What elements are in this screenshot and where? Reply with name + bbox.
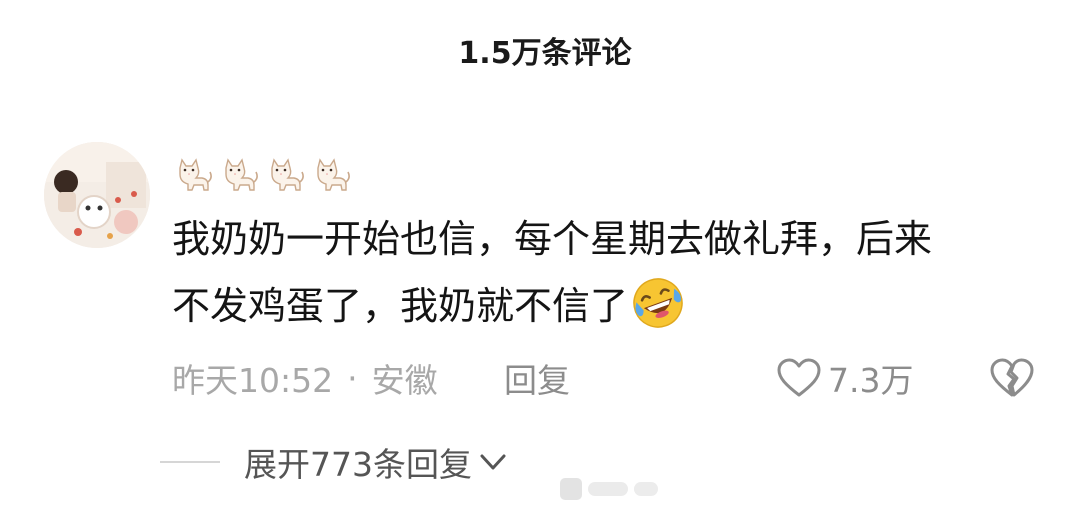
cat-icon: [271, 158, 304, 191]
username[interactable]: [172, 150, 352, 196]
comment-text-line2: 不发鸡蛋了，我奶就不信了: [172, 284, 629, 328]
meta-separator: ·: [347, 358, 358, 398]
like-button[interactable]: 7.3万: [776, 350, 913, 406]
heart-icon: [777, 358, 821, 397]
divider-line: [160, 461, 220, 463]
comment-time: 昨天10:52: [172, 361, 334, 400]
like-count: 7.3万: [828, 361, 914, 400]
watermark-logo: [560, 478, 582, 500]
broken-heart-icon: [990, 358, 1034, 397]
comment-location: 安徽: [371, 361, 438, 400]
comment-text-line1: 我奶奶一开始也信，每个星期去做礼拜，后来: [172, 217, 933, 261]
comments-header: 1.5万条评论: [0, 0, 1090, 100]
comment-text: 我奶奶一开始也信，每个星期去做礼拜，后来 不发鸡蛋了，我奶就不信了: [172, 206, 1052, 340]
avatar[interactable]: [44, 142, 150, 248]
cat-icon: [225, 158, 258, 191]
comment-count-title: 1.5万条评论: [458, 36, 632, 71]
cat-icon: [179, 158, 212, 191]
comment-meta: 昨天10:52 · 安徽: [172, 350, 438, 406]
expand-replies-label: 展开773条回复: [244, 445, 472, 484]
reply-button[interactable]: 回复: [504, 350, 570, 406]
watermark-bar: [588, 482, 628, 496]
chevron-down-icon: [480, 454, 506, 470]
dislike-button[interactable]: [986, 352, 1038, 404]
cat-icon: [317, 158, 350, 191]
watermark-bar: [634, 482, 658, 496]
rolling-on-floor-laughing-emoji-icon: [633, 278, 683, 328]
expand-replies-button[interactable]: 展开773条回复: [160, 434, 508, 490]
watermark: [560, 472, 658, 506]
